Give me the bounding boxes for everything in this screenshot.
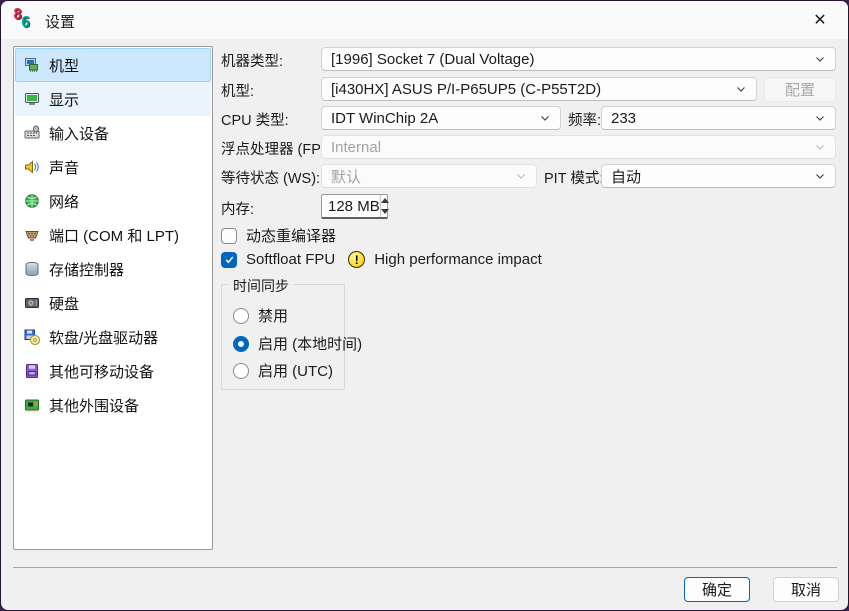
- sidebar-item-label: 输入设备: [49, 123, 109, 144]
- window-title: 设置: [45, 11, 75, 32]
- display-icon: [24, 91, 40, 107]
- sidebar-item-hard-disks[interactable]: 硬盘: [15, 286, 211, 320]
- softfloat-checkbox[interactable]: Softfloat FPU ! High performance impact: [221, 251, 542, 268]
- category-list: 机型 显示 输入设备 声音 网络 端口 (COM 和 LPT) 存储控制器 硬: [13, 46, 213, 550]
- sidebar-item-other-peripherals[interactable]: 其他外围设备: [15, 388, 211, 422]
- sidebar-item-label: 端口 (COM 和 LPT): [49, 225, 179, 246]
- ok-button[interactable]: 确定: [684, 577, 750, 602]
- cpu-type-combo[interactable]: IDT WinChip 2A: [321, 106, 561, 130]
- radio-label: 禁用: [258, 305, 288, 326]
- input-devices-icon: [24, 125, 40, 141]
- sound-icon: [24, 159, 40, 175]
- machine-type-label: 机器类型:: [221, 50, 283, 71]
- machine-combo[interactable]: [i430HX] ASUS P/I-P65UP5 (C-P55T2D): [321, 77, 757, 101]
- wait-states-combo: 默认: [321, 164, 537, 188]
- softfloat-warning-text: High performance impact: [374, 251, 542, 268]
- chevron-down-icon: [539, 112, 551, 124]
- chevron-down-icon: [814, 53, 826, 65]
- sidebar-item-label: 软盘/光盘驱动器: [49, 327, 158, 348]
- checkbox-checked-icon: [221, 252, 237, 268]
- peripherals-icon: [24, 397, 40, 413]
- dynarec-label: 动态重编译器: [246, 225, 336, 246]
- hard-disk-icon: [24, 295, 40, 311]
- sidebar-item-display[interactable]: 显示: [15, 82, 211, 116]
- radio-unselected-icon: [233, 363, 249, 379]
- pit-mode-label: PIT 模式:: [544, 167, 603, 188]
- wait-states-label: 等待状态 (WS):: [221, 167, 320, 188]
- sidebar-item-label: 网络: [49, 191, 79, 212]
- floppy-cdrom-icon: [24, 329, 40, 345]
- sidebar-item-label: 声音: [49, 157, 79, 178]
- radio-time-sync-utc[interactable]: 启用 (UTC): [233, 360, 333, 381]
- speed-label: 频率:: [568, 109, 601, 130]
- time-sync-title: 时间同步: [229, 276, 293, 296]
- chevron-down-icon: [814, 170, 826, 182]
- sidebar-item-storage-controllers[interactable]: 存储控制器: [15, 252, 211, 286]
- radio-label: 启用 (本地时间): [258, 333, 362, 354]
- cpu-type-label: CPU 类型:: [221, 109, 289, 130]
- memory-up-button[interactable]: [381, 195, 389, 206]
- sidebar-item-machine[interactable]: 机型: [15, 48, 211, 82]
- chevron-down-icon: [735, 83, 747, 95]
- softfloat-label: Softfloat FPU: [246, 251, 335, 268]
- ports-icon: [24, 227, 40, 243]
- sidebar-item-other-removable[interactable]: 其他可移动设备: [15, 354, 211, 388]
- machine-type-combo[interactable]: [1996] Socket 7 (Dual Voltage): [321, 47, 836, 71]
- 86box-logo-icon: 86: [12, 8, 36, 32]
- sidebar-item-label: 其他可移动设备: [49, 361, 154, 382]
- memory-spinbox[interactable]: 128 MB: [321, 194, 388, 219]
- sidebar-item-ports[interactable]: 端口 (COM 和 LPT): [15, 218, 211, 252]
- sidebar-item-label: 存储控制器: [49, 259, 124, 280]
- settings-window: 86 设置 ✕ 机型 显示 输入设备 声音 网络 端口 (COM 和 LPT): [0, 0, 849, 611]
- dynarec-checkbox[interactable]: 动态重编译器: [221, 225, 336, 246]
- radio-time-sync-local[interactable]: 启用 (本地时间): [233, 333, 362, 354]
- warning-icon: !: [348, 251, 365, 268]
- radio-label: 启用 (UTC): [258, 360, 333, 381]
- sidebar-item-floppy-cdrom[interactable]: 软盘/光盘驱动器: [15, 320, 211, 354]
- machine-configure-button: 配置: [764, 77, 836, 102]
- radio-time-sync-disabled[interactable]: 禁用: [233, 305, 288, 326]
- cancel-button[interactable]: 取消: [773, 577, 839, 602]
- close-icon[interactable]: ✕: [805, 6, 835, 34]
- chevron-down-icon: [515, 170, 527, 182]
- arrow-up-icon: [381, 198, 389, 203]
- radio-unselected-icon: [233, 308, 249, 324]
- sidebar-item-network[interactable]: 网络: [15, 184, 211, 218]
- pit-mode-combo[interactable]: 自动: [601, 164, 836, 188]
- arrow-down-icon: [381, 209, 389, 214]
- sidebar-item-label: 其他外围设备: [49, 395, 139, 416]
- machine-icon: [24, 57, 40, 73]
- network-icon: [24, 193, 40, 209]
- storage-controllers-icon: [24, 261, 40, 277]
- memory-label: 内存:: [221, 198, 254, 219]
- speed-combo[interactable]: 233: [601, 106, 836, 130]
- machine-label: 机型:: [221, 80, 254, 101]
- sidebar-item-label: 硬盘: [49, 293, 79, 314]
- memory-value[interactable]: 128 MB: [322, 195, 380, 217]
- sidebar-item-sound[interactable]: 声音: [15, 150, 211, 184]
- checkbox-unchecked-icon: [221, 228, 237, 244]
- removable-devices-icon: [24, 363, 40, 379]
- sidebar-item-label: 机型: [49, 55, 79, 76]
- memory-down-button[interactable]: [381, 206, 389, 217]
- sidebar-item-input-devices[interactable]: 输入设备: [15, 116, 211, 150]
- sidebar-item-label: 显示: [49, 89, 79, 110]
- chevron-down-icon: [814, 112, 826, 124]
- titlebar: 86 设置 ✕: [1, 1, 848, 39]
- fpu-combo: Internal: [321, 135, 836, 159]
- chevron-down-icon: [814, 141, 826, 153]
- footer-separator: [13, 567, 837, 568]
- radio-selected-icon: [233, 336, 249, 352]
